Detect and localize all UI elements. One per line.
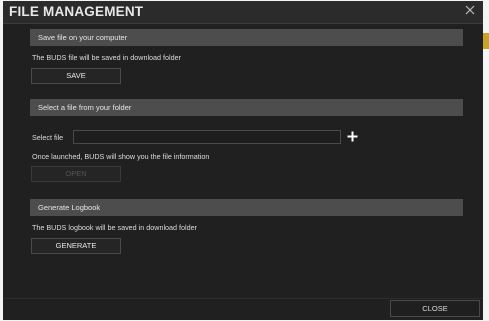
footer-divider [3,298,483,299]
plus-icon[interactable] [346,130,359,143]
save-button[interactable]: SAVE [31,68,121,84]
select-file-label: Select file [32,133,64,142]
select-section-header: Select a file from your folder [30,99,463,116]
open-button[interactable]: OPEN [31,166,121,182]
file-management-dialog: FILE MANAGEMENT Save file on your comput… [3,1,483,320]
dialog-title: FILE MANAGEMENT [9,4,144,19]
open-description: Once launched, BUDS will show you the fi… [32,152,210,161]
dialog-titlebar: FILE MANAGEMENT [3,1,483,24]
save-description: The BUDS file will be saved in download … [32,53,182,62]
save-section-header: Save file on your computer [30,29,463,46]
logbook-description: The BUDS logbook will be saved in downlo… [32,223,198,232]
close-icon[interactable] [463,3,477,17]
close-button[interactable]: CLOSE [390,300,480,317]
logbook-section-header: Generate Logbook [30,199,463,216]
accent-strip [483,33,489,49]
select-file-input[interactable] [73,130,341,144]
generate-button[interactable]: GENERATE [31,238,121,254]
